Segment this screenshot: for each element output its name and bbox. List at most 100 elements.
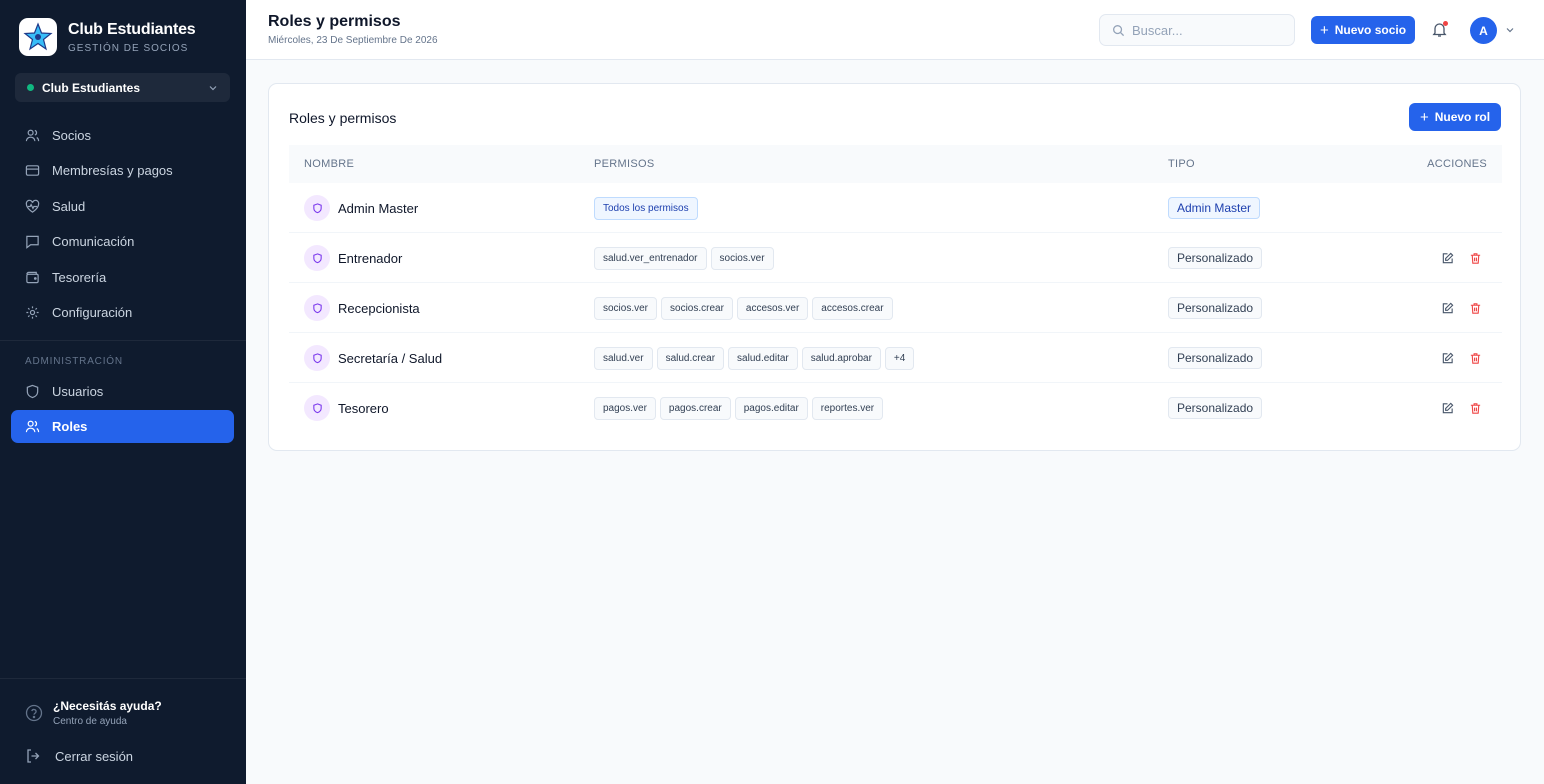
column-header-permisos: PERMISOS [594, 158, 655, 170]
sidebar-item-label: Comunicación [52, 234, 135, 249]
logout-label: Cerrar sesión [55, 748, 134, 764]
actions-cell [1427, 383, 1483, 433]
trash-icon[interactable] [1467, 300, 1483, 316]
permission-tag: salud.editar [728, 346, 798, 370]
shield-icon [312, 402, 322, 413]
role-name-cell: Tesorero [304, 383, 389, 433]
logout-button[interactable]: Cerrar sesión [25, 748, 133, 764]
role-name: Admin Master [338, 200, 419, 216]
permission-tag: salud.aprobar [801, 346, 881, 370]
divider [0, 678, 246, 679]
users-icon [25, 420, 40, 433]
permissions-cell: salud.ver_entrenador socios.ver [594, 233, 778, 283]
type-cell: Personalizado [1168, 383, 1263, 433]
sidebar-item-usuarios[interactable]: Usuarios [11, 375, 234, 408]
page-title: Roles y permisos [268, 13, 401, 30]
brand[interactable]: Club Estudiantes GESTIÓN DE SOCIOS [19, 18, 196, 56]
search-input[interactable] [1132, 22, 1282, 38]
search-box[interactable] [1099, 14, 1295, 46]
sidebar-item-comunicacion[interactable]: Comunicación [11, 225, 234, 258]
role-avatar [304, 345, 330, 371]
logout-icon [27, 749, 40, 763]
top-header: Roles y permisos Miércoles, 23 De Septie… [246, 0, 1544, 60]
permission-tag: reportes.ver [811, 396, 884, 420]
permission-tag: pagos.editar [734, 396, 808, 420]
brand-subtitle: GESTIÓN DE SOCIOS [68, 42, 189, 54]
help-link[interactable]: ¿Necesitás ayuda? Centro de ayuda [25, 699, 162, 727]
table-body: Admin Master Todos los permisos Admin Ma… [289, 183, 1502, 433]
sidebar-item-label: Membresías y pagos [52, 163, 173, 178]
edit-icon[interactable] [1439, 350, 1455, 366]
plus-icon: + [1319, 21, 1329, 39]
permission-tag: socios.ver [710, 246, 774, 270]
role-avatar [304, 245, 330, 271]
roles-card: Roles y permisos + Nuevo rol NOMBRE PERM… [268, 83, 1521, 451]
trash-icon[interactable] [1467, 400, 1483, 416]
permission-tag: salud.crear [656, 346, 725, 370]
edit-icon[interactable] [1439, 250, 1455, 266]
chevron-down-icon[interactable] [1505, 25, 1515, 35]
permission-tag: pagos.crear [659, 396, 731, 420]
wallet-icon [26, 271, 39, 284]
edit-icon[interactable] [1439, 400, 1455, 416]
card-title: Roles y permisos [289, 110, 397, 126]
permission-tag: salud.ver_entrenador [594, 246, 707, 270]
trash-icon[interactable] [1467, 350, 1483, 366]
permission-tag: pagos.ver [594, 396, 656, 420]
shield-icon [312, 252, 322, 263]
sidebar-item-label: Salud [52, 199, 86, 214]
table-row: Secretaría / Salud salud.ver salud.crear s… [289, 333, 1502, 383]
permission-tag: accesos.ver [736, 296, 809, 320]
gear-icon [26, 306, 39, 319]
sidebar: Club Estudiantes GESTIÓN DE SOCIOS Club … [0, 0, 246, 784]
credit-card-icon [25, 165, 40, 176]
table-row: Recepcionista socios.ver socios.crear acce… [289, 283, 1502, 333]
status-dot [27, 84, 34, 91]
role-name-cell: Admin Master [304, 183, 418, 233]
permissions-cell: socios.ver socios.crear accesos.ver accesos… [594, 283, 897, 333]
shield-icon [26, 384, 39, 399]
role-name: Secretaría / Salud [338, 350, 443, 366]
shield-icon [312, 352, 322, 363]
roles-table: NOMBRE PERMISOS TIPO ACCIONES Admin Mast… [289, 145, 1502, 433]
trash-icon[interactable] [1467, 250, 1483, 266]
actions-cell [1427, 333, 1483, 383]
role-name: Tesorero [338, 400, 389, 416]
role-name-cell: Entrenador [304, 233, 402, 283]
permission-tag: accesos.crear [812, 296, 893, 320]
club-selector-label: Club Estudiantes [42, 80, 141, 95]
edit-icon[interactable] [1439, 300, 1455, 316]
role-avatar [304, 195, 330, 221]
new-role-label: Nuevo rol [1434, 110, 1491, 124]
type-badge: Personalizado [1168, 297, 1263, 319]
sidebar-item-configuracion[interactable]: Configuración [11, 296, 234, 329]
sidebar-item-salud[interactable]: Salud [11, 190, 234, 223]
admin-section-label: ADMINISTRACIÓN [25, 356, 123, 367]
club-logo-icon [19, 18, 57, 56]
sidebar-item-label: Socios [52, 128, 92, 143]
type-badge: Admin Master [1168, 197, 1261, 219]
club-selector[interactable]: Club Estudiantes [15, 73, 230, 102]
permissions-cell: Todos los permisos [594, 183, 702, 233]
sidebar-item-label: Tesorería [52, 270, 107, 285]
new-member-label: Nuevo socio [1334, 23, 1407, 37]
sidebar-item-membresias[interactable]: Membresías y pagos [11, 154, 234, 187]
help-subtitle: Centro de ayuda [53, 716, 127, 727]
table-row: Tesorero pagos.ver pagos.crear pagos.edita… [289, 383, 1502, 433]
sidebar-item-tesoreria[interactable]: Tesorería [11, 261, 234, 294]
sidebar-item-roles[interactable]: Roles [11, 410, 234, 443]
permissions-cell: salud.ver salud.crear salud.editar salud.ap… [594, 333, 918, 383]
new-role-button[interactable]: + Nuevo rol [1409, 103, 1501, 131]
sidebar-item-label: Roles [52, 419, 88, 434]
message-icon [26, 235, 39, 249]
brand-title: Club Estudiantes [68, 20, 196, 38]
permissions-cell: pagos.ver pagos.crear pagos.editar reportes… [594, 383, 887, 433]
new-member-button[interactable]: + Nuevo socio [1311, 16, 1415, 44]
avatar[interactable]: A [1470, 17, 1497, 44]
sidebar-item-label: Usuarios [52, 384, 104, 399]
permission-tag: +4 [884, 346, 915, 370]
table-row: Admin Master Todos los permisos Admin Ma… [289, 183, 1502, 233]
type-badge: Personalizado [1168, 397, 1263, 419]
sidebar-item-socios[interactable]: Socios [11, 119, 234, 152]
column-header-tipo: TIPO [1168, 158, 1195, 170]
